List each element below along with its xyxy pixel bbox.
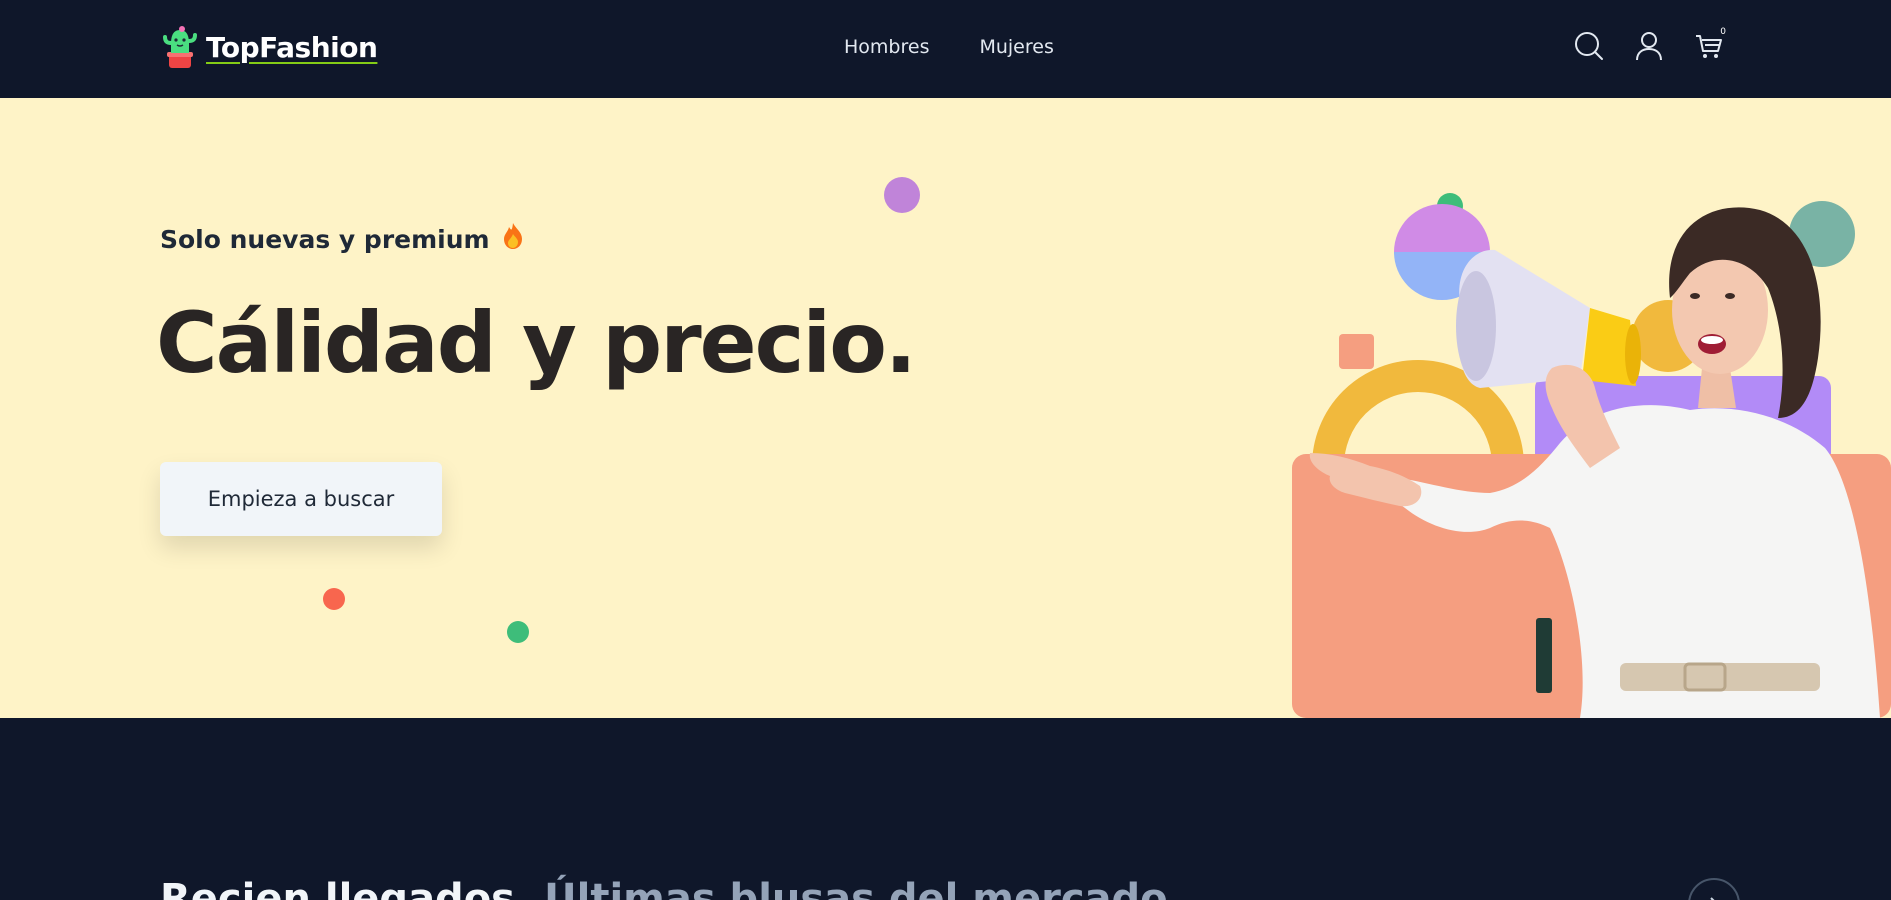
start-shopping-button[interactable]: Empieza a buscar	[160, 462, 442, 536]
decorative-dot-red	[323, 588, 345, 610]
cactus-logo-icon	[160, 24, 200, 70]
decorative-dot-purple	[884, 177, 920, 213]
cart-count-badge: 0	[1720, 27, 1726, 37]
brand-name: TopFashion	[206, 30, 378, 64]
nav-link-hombres[interactable]: Hombres	[844, 36, 929, 58]
main-nav: Hombres Mujeres	[844, 36, 1054, 58]
site-header: TopFashion Hombres Mujeres 0	[0, 0, 1891, 98]
decorative-dot-green	[507, 621, 529, 643]
hero-headline: Cálidad y precio.	[156, 294, 917, 392]
hero-illustration	[1292, 193, 1891, 718]
new-arrivals-subtitle: Últimas blusas del mercado	[544, 876, 1168, 900]
new-arrivals-title: Recien llegados.	[160, 876, 531, 900]
carousel-prev-button[interactable]	[1622, 878, 1674, 900]
hero-section: Solo nuevas y premium Cálidad y precio. …	[0, 98, 1891, 718]
user-icon[interactable]	[1634, 30, 1664, 62]
nav-link-mujeres[interactable]: Mujeres	[979, 36, 1053, 58]
fire-icon	[502, 222, 524, 256]
hero-subtitle-text: Solo nuevas y premium	[160, 224, 490, 254]
hero-subtitle: Solo nuevas y premium	[160, 222, 524, 256]
search-icon[interactable]	[1574, 30, 1604, 62]
new-arrivals-heading: Recien llegados. Últimas blusas del merc…	[160, 876, 1168, 900]
cart-icon[interactable]: 0	[1694, 27, 1726, 62]
carousel-next-button[interactable]	[1688, 878, 1740, 900]
header-actions: 0	[1574, 27, 1726, 62]
brand-logo-link[interactable]: TopFashion	[160, 24, 378, 70]
